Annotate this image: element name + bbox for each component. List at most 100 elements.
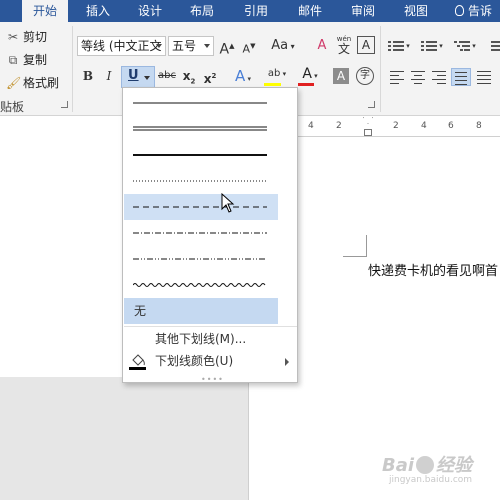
- document-text[interactable]: 快递费卡机的看见啊首: [368, 260, 498, 279]
- underline-option-wave[interactable]: [124, 272, 278, 298]
- navigation-pane: [0, 117, 122, 377]
- underline-option-double[interactable]: [124, 116, 278, 142]
- ruler-tick: 4: [308, 121, 314, 131]
- wave-line-icon: [133, 283, 266, 287]
- horizontal-ruler[interactable]: 4 2 2 4 6 8: [298, 117, 500, 137]
- tell-me-search[interactable]: 告诉: [455, 0, 492, 22]
- align-right-icon[interactable]: [429, 68, 449, 86]
- tab-review[interactable]: 审阅: [341, 0, 385, 22]
- underline-option-dotted[interactable]: [124, 168, 278, 194]
- copy-icon: ⧉: [8, 53, 18, 67]
- scissors-icon: ✂: [7, 30, 19, 44]
- underline-color-label: 下划线颜色(U): [155, 354, 234, 368]
- italic-button[interactable]: I: [100, 66, 118, 86]
- font-size-combo[interactable]: 五号: [168, 36, 214, 56]
- text-effects-icon: A: [234, 67, 246, 85]
- underline-dropdown: 无 其他下划线(M)... 下划线颜色(U) ••••: [122, 87, 298, 384]
- underline-option-dash-dot-dot[interactable]: [124, 246, 278, 272]
- align-left-icon[interactable]: [387, 68, 407, 86]
- ribbon-tabs: 开始 插入 设计 布局 引用 邮件 审阅 视图 告诉: [0, 0, 500, 23]
- underline-option-none[interactable]: 无: [124, 298, 278, 324]
- subscript-mark: 2: [190, 77, 196, 86]
- justify-icon[interactable]: [451, 68, 471, 86]
- numbering-icon[interactable]: [421, 39, 437, 53]
- font-color-bar: [298, 83, 314, 86]
- more-underlines-label: 其他下划线(M)...: [155, 332, 247, 346]
- watermark-text-2: 经验: [436, 455, 473, 476]
- change-case-button[interactable]: Aa ▾: [268, 36, 298, 56]
- chevron-down-icon[interactable]: ▾: [470, 36, 478, 56]
- ruler-tick: 8: [476, 121, 482, 131]
- underline-option-single[interactable]: [124, 90, 278, 116]
- clear-formatting-icon: A: [317, 38, 327, 53]
- grow-font-icon: A: [219, 41, 230, 58]
- strikethrough-button[interactable]: abc: [157, 66, 177, 86]
- tab-design[interactable]: 设计: [128, 0, 172, 22]
- font-launcher-icon[interactable]: [368, 101, 375, 108]
- underline-option-dashed[interactable]: [124, 194, 278, 220]
- chevron-down-icon: [156, 44, 162, 48]
- underline-option-thick[interactable]: [124, 142, 278, 168]
- bold-button[interactable]: B: [79, 66, 97, 86]
- font-size-value: 五号: [172, 39, 197, 53]
- font-color-button[interactable]: A ▾: [297, 64, 323, 84]
- underline-button[interactable]: U: [121, 66, 155, 88]
- paintbrush-icon: 🖌: [6, 76, 22, 90]
- enclose-characters-icon: 字: [360, 70, 370, 81]
- tab-references[interactable]: 引用: [234, 0, 278, 22]
- tab-home[interactable]: 开始: [22, 0, 68, 23]
- mouse-pointer-icon: [221, 193, 235, 213]
- clipboard-launcher-icon[interactable]: [61, 101, 68, 108]
- shrink-font-button[interactable]: A▼: [240, 36, 258, 56]
- cut-label: 剪切: [23, 30, 48, 44]
- subscript-button[interactable]: x2: [180, 66, 198, 86]
- align-center-icon[interactable]: [408, 68, 428, 86]
- format-painter-button[interactable]: 🖌 格式刷: [6, 74, 59, 92]
- font-name-combo[interactable]: 等线 (中文正文: [77, 36, 166, 56]
- clear-formatting-button[interactable]: A: [312, 36, 332, 56]
- double-line-icon: [133, 126, 267, 131]
- superscript-button[interactable]: x2: [201, 66, 219, 86]
- paw-icon: [416, 456, 435, 474]
- tab-layout[interactable]: 布局: [180, 0, 224, 22]
- submenu-arrow-icon: [285, 358, 289, 366]
- baidu-watermark: Bai 经验 jingyan.baidu.com: [382, 451, 472, 485]
- first-line-indent-marker[interactable]: [363, 117, 373, 124]
- character-shading-button[interactable]: A: [333, 68, 349, 84]
- distributed-icon[interactable]: [474, 68, 494, 86]
- copy-button[interactable]: ⧉ 复制: [6, 51, 47, 69]
- clipboard-group-label: 贴板: [0, 100, 25, 114]
- lightbulb-icon: [455, 5, 464, 16]
- format-painter-label: 格式刷: [23, 76, 60, 90]
- underline-option-dash-dot[interactable]: [124, 220, 278, 246]
- multilevel-list-icon[interactable]: [454, 39, 470, 53]
- resize-grip-icon[interactable]: ••••: [201, 375, 224, 384]
- chevron-down-icon: [204, 44, 210, 48]
- left-indent-marker[interactable]: [364, 129, 372, 136]
- text-effects-button[interactable]: A ▾: [232, 66, 254, 86]
- grow-font-button[interactable]: A▲: [218, 36, 236, 58]
- enclose-characters-button[interactable]: 字: [356, 67, 374, 85]
- tab-insert[interactable]: 插入: [76, 0, 120, 22]
- decrease-indent-icon[interactable]: [486, 39, 500, 53]
- menu-separator: [124, 326, 297, 327]
- group-divider: [72, 26, 73, 112]
- tab-view[interactable]: 视图: [394, 0, 438, 22]
- cut-button[interactable]: ✂ 剪切: [6, 28, 47, 46]
- ruler-tick: 4: [421, 121, 427, 131]
- tab-mailings[interactable]: 邮件: [288, 0, 332, 22]
- watermark-url: jingyan.baidu.com: [388, 475, 473, 485]
- more-underlines-item[interactable]: 其他下划线(M)...: [124, 328, 297, 350]
- tell-me-text: 告诉: [468, 4, 493, 18]
- underline-color-item[interactable]: 下划线颜色(U): [124, 350, 297, 372]
- watermark-text: Bai: [382, 455, 415, 476]
- chevron-down-icon[interactable]: ▾: [437, 36, 445, 56]
- paint-bucket-icon: [129, 354, 146, 370]
- chevron-down-icon[interactable]: ▾: [404, 36, 412, 56]
- highlight-button[interactable]: ab ▾: [263, 64, 291, 84]
- character-border-button[interactable]: A: [357, 36, 375, 54]
- bullets-icon[interactable]: [388, 39, 404, 53]
- ruler-tick: 2: [336, 121, 342, 131]
- ruler-tick: 2: [393, 121, 399, 131]
- phonetic-guide-button[interactable]: wén 文: [334, 34, 354, 55]
